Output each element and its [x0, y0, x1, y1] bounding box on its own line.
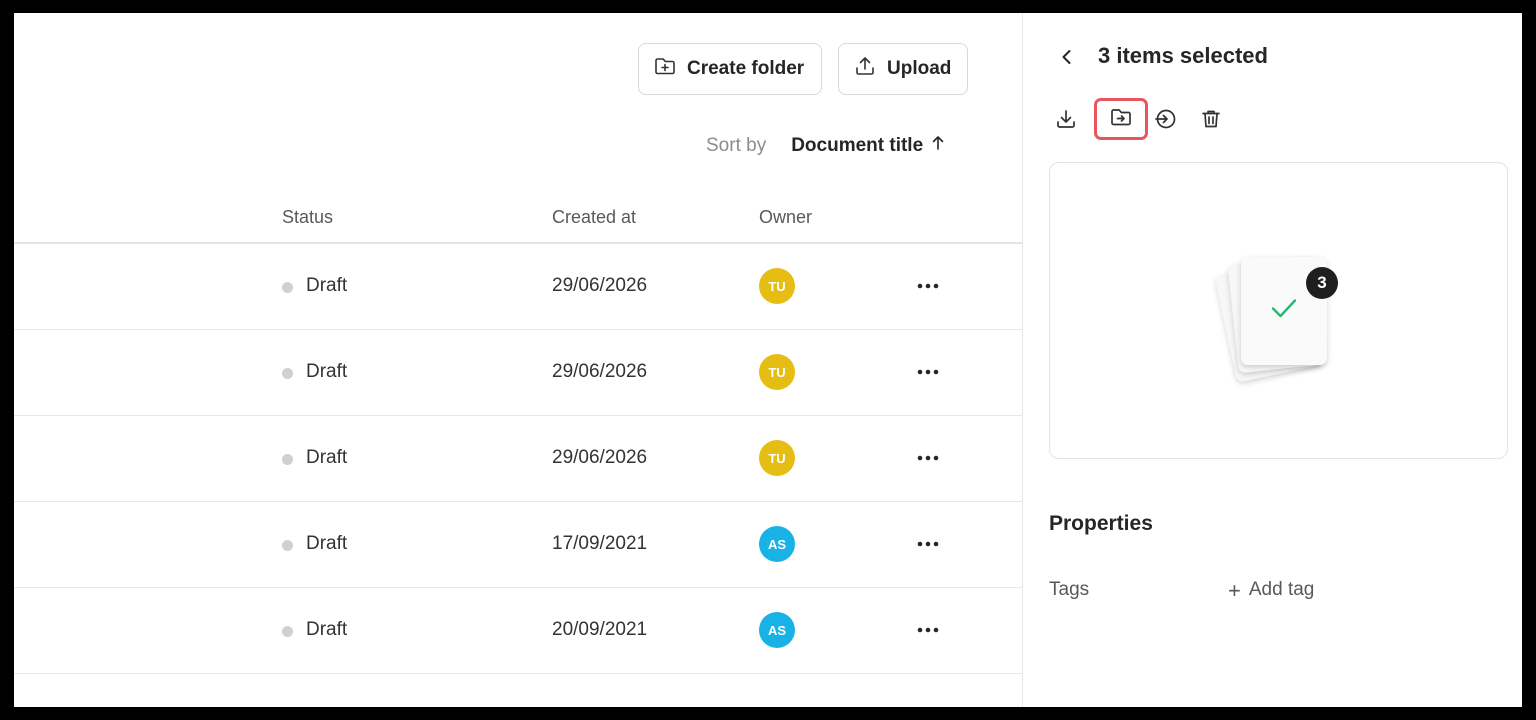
trash-icon[interactable]	[1194, 102, 1228, 136]
documents-list: Create folder Upload Sort by Document ti…	[14, 13, 1022, 707]
download-icon[interactable]	[1049, 102, 1083, 136]
avatar: TU	[759, 354, 795, 390]
create-folder-button[interactable]: Create folder	[638, 43, 822, 95]
status-dot	[282, 454, 293, 465]
avatar: TU	[759, 440, 795, 476]
column-header-created-at[interactable]: Created at	[552, 207, 636, 228]
more-options-icon[interactable]	[914, 272, 942, 300]
selected-count-badge: 3	[1306, 267, 1338, 299]
properties-heading: Properties	[1049, 512, 1153, 535]
add-tag-label: Add tag	[1248, 579, 1315, 600]
document-stack-icon	[1214, 253, 1355, 383]
chevron-left-icon[interactable]	[1057, 47, 1077, 67]
sort-value[interactable]: Document title	[791, 135, 923, 157]
move-to-folder-button[interactable]	[1094, 98, 1148, 140]
panel-title: 3 items selected	[1098, 43, 1268, 68]
plus-icon: +	[1228, 577, 1241, 603]
avatar: AS	[759, 612, 795, 648]
created-at-text: 29/06/2026	[552, 361, 648, 382]
app-window: Create folder Upload Sort by Document ti…	[14, 13, 1522, 707]
share-icon[interactable]	[1148, 102, 1182, 136]
status-text: Draft	[306, 619, 348, 640]
more-options-icon[interactable]	[914, 530, 942, 558]
status-dot	[282, 368, 293, 379]
column-header-status[interactable]: Status	[282, 207, 333, 228]
status-text: Draft	[306, 361, 348, 382]
created-at-text: 29/06/2026	[552, 275, 648, 296]
move-to-folder-icon	[1109, 105, 1133, 134]
column-header-owner[interactable]: Owner	[759, 207, 812, 228]
table-row[interactable]: Draft 29/06/2026 TU	[14, 244, 1022, 330]
status-text: Draft	[306, 447, 348, 468]
status-dot	[282, 626, 293, 637]
created-at-text: 29/06/2026	[552, 447, 648, 468]
arrow-up-icon[interactable]	[931, 135, 945, 157]
status-text: Draft	[306, 533, 348, 554]
sort-label: Sort by	[706, 135, 767, 156]
sort-control[interactable]: Sort by Document title	[706, 135, 945, 157]
add-tag-button[interactable]: + Add tag	[1228, 579, 1314, 601]
avatar: TU	[759, 268, 795, 304]
table-row[interactable]: Draft 20/09/2021 AS	[14, 588, 1022, 674]
selection-preview: 3	[1049, 162, 1508, 459]
table-row[interactable]: Draft 29/06/2026 TU	[14, 416, 1022, 502]
more-options-icon[interactable]	[914, 616, 942, 644]
folder-plus-icon	[653, 54, 677, 84]
created-at-text: 20/09/2021	[552, 619, 648, 640]
upload-label: Upload	[887, 58, 952, 79]
status-text: Draft	[306, 275, 348, 296]
more-options-icon[interactable]	[914, 358, 942, 386]
create-folder-label: Create folder	[687, 58, 805, 79]
status-dot	[282, 540, 293, 551]
status-dot	[282, 282, 293, 293]
created-at-text: 17/09/2021	[552, 533, 648, 554]
more-options-icon[interactable]	[914, 444, 942, 472]
tags-label: Tags	[1049, 579, 1090, 600]
avatar: AS	[759, 526, 795, 562]
upload-icon	[853, 54, 877, 84]
upload-button[interactable]: Upload	[838, 43, 968, 95]
selection-panel: 3 items selected 3 Properties Tags + Add…	[1022, 13, 1522, 707]
table-row[interactable]: Draft 29/06/2026 TU	[14, 330, 1022, 416]
table-row[interactable]: Draft 17/09/2021 AS	[14, 502, 1022, 588]
check-icon	[1271, 299, 1297, 318]
